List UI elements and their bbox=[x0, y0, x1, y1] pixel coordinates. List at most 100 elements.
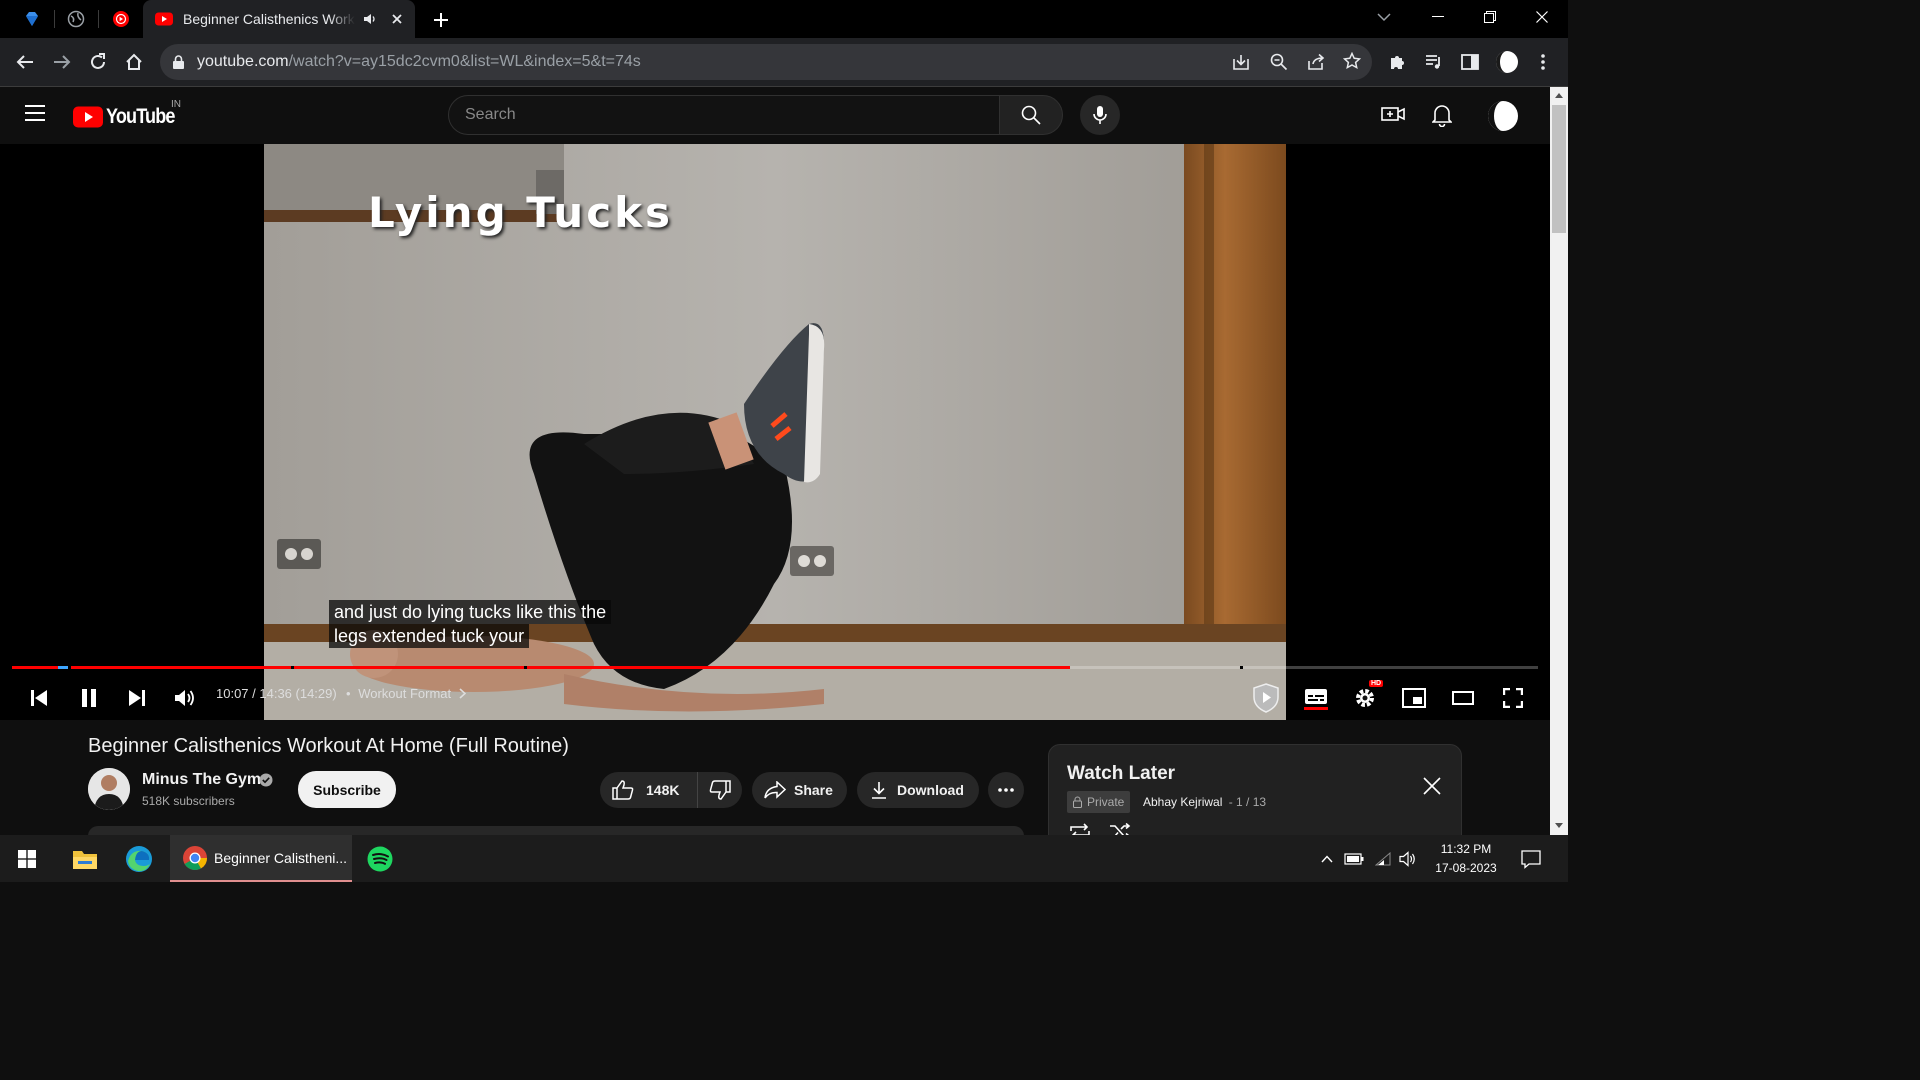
bell-icon bbox=[1432, 103, 1452, 127]
playlist-title[interactable]: Watch Later bbox=[1067, 763, 1175, 785]
autoplay-shield-button[interactable] bbox=[1248, 680, 1284, 716]
gear-icon bbox=[1354, 687, 1376, 709]
channel-name[interactable]: Minus The Gym bbox=[142, 771, 261, 789]
folder-icon bbox=[72, 848, 98, 870]
install-app-icon[interactable] bbox=[1232, 53, 1250, 71]
zoom-icon[interactable] bbox=[1270, 53, 1288, 71]
home-icon bbox=[125, 53, 143, 71]
search-box[interactable] bbox=[448, 95, 1000, 135]
miniplayer-button[interactable] bbox=[1396, 680, 1432, 716]
forward-button[interactable] bbox=[50, 50, 74, 74]
profile-button[interactable] bbox=[1495, 50, 1519, 74]
fullscreen-button[interactable] bbox=[1495, 680, 1531, 716]
system-clock[interactable]: 11:32 PM 17-08-2023 bbox=[1426, 840, 1506, 878]
settings-button[interactable]: HD bbox=[1347, 680, 1384, 716]
scrollbar-thumb[interactable] bbox=[1552, 105, 1566, 233]
download-button[interactable]: Download bbox=[857, 772, 979, 808]
share-button[interactable]: Share bbox=[752, 772, 847, 808]
taskbar-spotify[interactable] bbox=[357, 835, 403, 882]
close-icon bbox=[1423, 777, 1441, 795]
create-button[interactable] bbox=[1381, 104, 1405, 124]
account-avatar[interactable] bbox=[1487, 100, 1519, 132]
chapter-separator: • bbox=[346, 686, 351, 701]
battery-status[interactable] bbox=[1342, 835, 1366, 882]
playlist-owner[interactable]: Abhay Kejriwal bbox=[1143, 795, 1222, 809]
pause-icon bbox=[80, 688, 98, 708]
progress-bar[interactable] bbox=[12, 666, 1538, 669]
edge-browser-icon bbox=[125, 845, 153, 873]
search-input[interactable] bbox=[465, 96, 965, 134]
restore-button[interactable] bbox=[1464, 0, 1516, 34]
taskbar-chrome-window[interactable]: Beginner Calistheni... bbox=[170, 835, 352, 882]
like-button[interactable]: 148K bbox=[600, 772, 698, 808]
extensions-button[interactable] bbox=[1386, 50, 1410, 74]
mute-button[interactable] bbox=[167, 680, 203, 716]
download-label: Download bbox=[897, 782, 964, 798]
subscribe-button[interactable]: Subscribe bbox=[298, 771, 396, 808]
spotify-icon bbox=[367, 846, 393, 872]
pause-button[interactable] bbox=[71, 680, 107, 716]
subtitles-button[interactable] bbox=[1298, 680, 1334, 716]
chrome-menu-button[interactable] bbox=[1531, 50, 1555, 74]
pinned-tab-youtube-music[interactable] bbox=[99, 0, 143, 38]
address-bar[interactable]: youtube.com/watch?v=ay15dc2cvm0&list=WL&… bbox=[160, 44, 1372, 80]
volume-status[interactable] bbox=[1396, 835, 1420, 882]
notifications-button[interactable] bbox=[1432, 103, 1452, 127]
tab-search-button[interactable] bbox=[1358, 0, 1410, 34]
active-browser-tab[interactable]: Beginner Calisthenics Workout At Home (F… bbox=[143, 0, 415, 38]
search-icon bbox=[1021, 105, 1041, 125]
privacy-label: Private bbox=[1087, 795, 1125, 809]
scroll-up-icon[interactable] bbox=[1555, 93, 1563, 98]
youtube-play-logo-icon bbox=[73, 106, 103, 128]
progress-bar-played bbox=[12, 666, 1070, 669]
theater-mode-button[interactable] bbox=[1445, 680, 1481, 716]
lock-icon[interactable] bbox=[173, 55, 184, 69]
share-page-icon[interactable] bbox=[1307, 53, 1325, 71]
progress-bar-marker bbox=[58, 666, 68, 669]
pinned-tab-globe[interactable] bbox=[54, 0, 98, 38]
channel-avatar[interactable] bbox=[88, 768, 130, 810]
taskbar-edge[interactable] bbox=[116, 835, 162, 882]
windows-taskbar: Beginner Calistheni... 11:32 PM 17-08-20… bbox=[0, 835, 1568, 882]
notification-center-button[interactable] bbox=[1514, 835, 1548, 882]
speaker-icon bbox=[1399, 850, 1417, 867]
guide-menu-button[interactable] bbox=[24, 104, 46, 122]
show-hidden-icons-button[interactable] bbox=[1316, 835, 1338, 882]
globe-icon bbox=[67, 10, 85, 28]
page-scrollbar[interactable] bbox=[1550, 87, 1568, 835]
more-actions-button[interactable] bbox=[988, 772, 1024, 808]
start-button[interactable] bbox=[0, 835, 54, 882]
url-text[interactable]: youtube.com/watch?v=ay15dc2cvm0&list=WL&… bbox=[197, 53, 641, 71]
scroll-down-icon[interactable] bbox=[1555, 823, 1563, 828]
back-button[interactable] bbox=[13, 50, 37, 74]
home-button[interactable] bbox=[122, 50, 146, 74]
network-status[interactable] bbox=[1372, 835, 1394, 882]
restore-icon bbox=[1484, 11, 1496, 23]
chevron-right-icon bbox=[459, 688, 466, 699]
dislike-button[interactable] bbox=[698, 772, 742, 808]
audio-playing-icon[interactable] bbox=[363, 12, 377, 26]
next-button[interactable] bbox=[119, 680, 155, 716]
chapter-gap bbox=[68, 666, 71, 669]
close-window-button[interactable] bbox=[1516, 0, 1568, 34]
close-playlist-button[interactable] bbox=[1423, 777, 1441, 795]
voice-search-button[interactable] bbox=[1080, 95, 1120, 135]
pinned-tab-gem[interactable] bbox=[10, 0, 54, 38]
youtube-favicon-icon bbox=[155, 12, 173, 26]
chapter-button[interactable]: • Workout Format bbox=[346, 686, 466, 701]
chapter-gap bbox=[524, 666, 527, 669]
youtube-logo[interactable]: YouTube IN bbox=[73, 99, 186, 129]
taskbar-file-explorer[interactable] bbox=[62, 835, 108, 882]
minimize-button[interactable] bbox=[1412, 0, 1464, 34]
bookmark-star-icon[interactable] bbox=[1343, 52, 1361, 70]
windows-logo-icon bbox=[18, 849, 36, 868]
previous-button[interactable] bbox=[21, 680, 57, 716]
shield-play-icon bbox=[1252, 683, 1280, 713]
reload-button[interactable] bbox=[86, 50, 110, 74]
search-button[interactable] bbox=[999, 95, 1063, 135]
side-panel-button[interactable] bbox=[1458, 50, 1482, 74]
video-player[interactable]: Lying Tucks and just do lying tucks like… bbox=[0, 144, 1550, 720]
media-controls-button[interactable] bbox=[1422, 50, 1446, 74]
close-tab-icon[interactable] bbox=[391, 13, 403, 25]
new-tab-button[interactable] bbox=[428, 7, 454, 33]
